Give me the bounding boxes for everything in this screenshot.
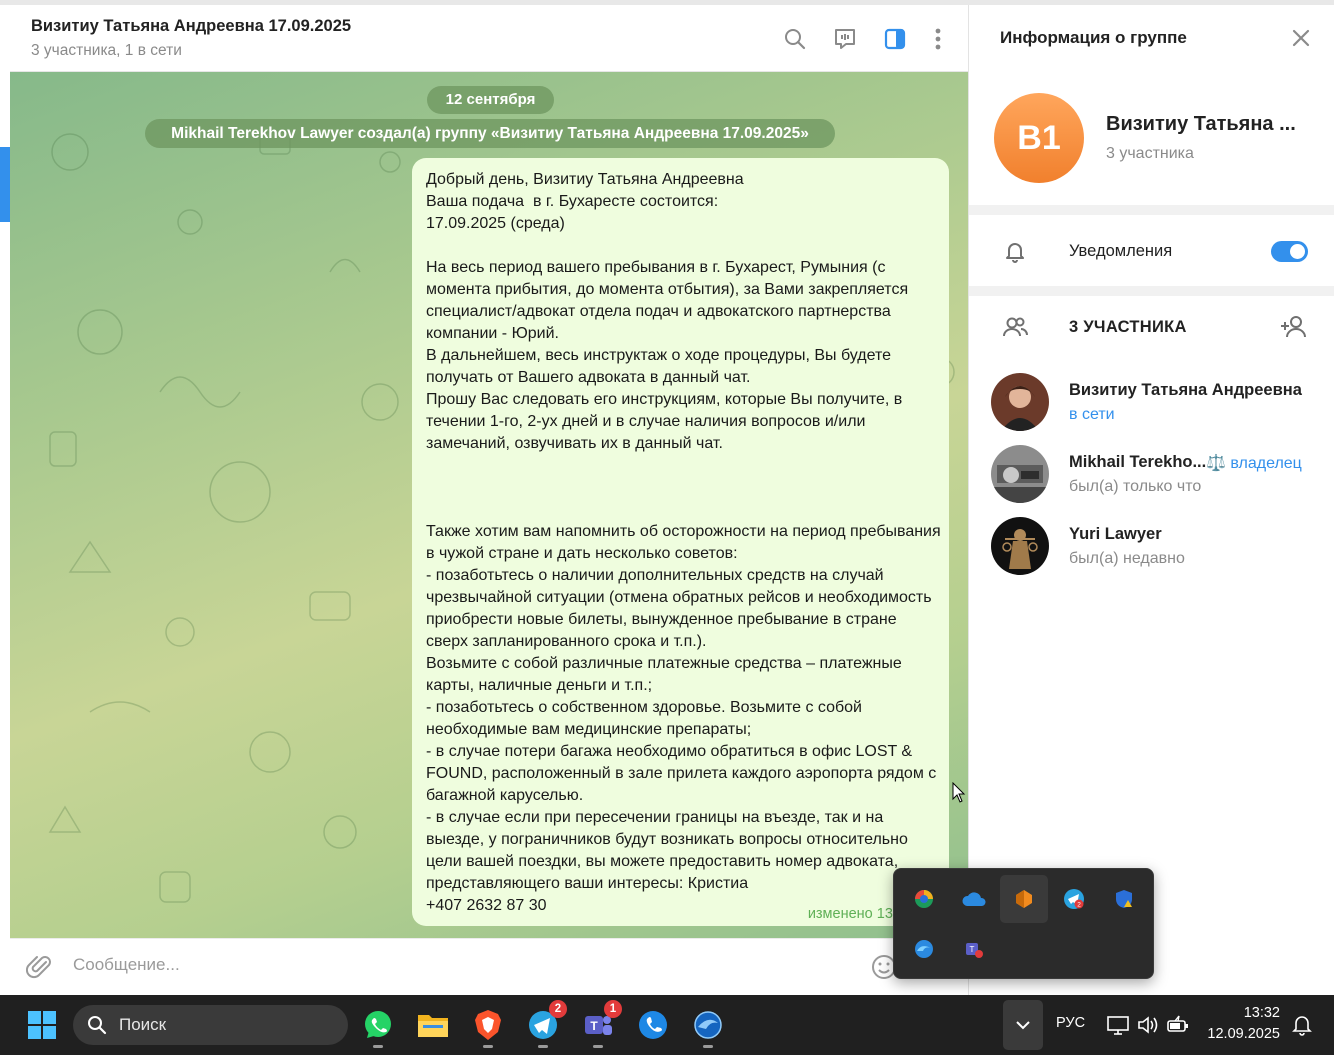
- member-status: в сети: [1069, 406, 1115, 423]
- notifications-label: Уведомления: [1069, 242, 1173, 260]
- group-info-panel: Информация о группе В1 Визитиу Татьяна .…: [968, 5, 1334, 995]
- notifications-toggle[interactable]: [1271, 241, 1308, 262]
- running-indicator: [538, 1045, 548, 1048]
- group-member-count: 3 участника: [1106, 145, 1194, 162]
- left-accent-bar: [0, 147, 10, 222]
- taskbar: Поиск 2 T 1 РУС 13:32 12.09.2025: [0, 995, 1334, 1055]
- video-chat-icon[interactable]: [829, 23, 861, 55]
- teams-taskbar-icon[interactable]: T 1: [578, 1000, 622, 1048]
- telegram-badge: 2: [549, 1000, 567, 1018]
- app-globe-icon[interactable]: [688, 1005, 728, 1048]
- member-row[interactable]: Yuri Lawyer был(а) недавно: [969, 517, 1334, 587]
- search-placeholder: Поиск: [119, 1015, 167, 1034]
- compose-bar: [10, 938, 968, 995]
- tray-app-orange-icon[interactable]: [1000, 875, 1048, 923]
- tray-edge-blue-icon[interactable]: [900, 925, 948, 973]
- attach-icon[interactable]: [25, 953, 54, 981]
- message-bubble[interactable]: Добрый день, Визитиу Татьяна Андреевна В…: [412, 158, 949, 926]
- mouse-cursor: [952, 781, 966, 804]
- bell-icon: [1001, 237, 1029, 265]
- message-edited-time: изменено 13:1: [807, 906, 905, 922]
- svg-text:T: T: [970, 945, 975, 954]
- group-info-title: Информация о группе: [1000, 28, 1187, 47]
- sidebar-toggle-icon[interactable]: [879, 23, 911, 55]
- search-icon: [88, 1016, 107, 1035]
- member-name: Визитиу Татьяна Андреевна: [1069, 381, 1302, 399]
- chat-title[interactable]: Визитиу Татьяна Андреевна 17.09.2025: [31, 17, 351, 36]
- section-divider: [969, 286, 1334, 296]
- battery-icon[interactable]: [1166, 1013, 1190, 1037]
- telegram-taskbar-icon[interactable]: 2: [523, 1000, 567, 1048]
- add-member-icon[interactable]: [1279, 313, 1307, 341]
- member-avatar: [991, 517, 1049, 575]
- running-indicator: [373, 1045, 383, 1048]
- svg-text:T: T: [590, 1019, 598, 1033]
- teams-badge: 1: [604, 1000, 622, 1018]
- network-icon[interactable]: [1106, 1013, 1130, 1037]
- member-row[interactable]: Mikhail Terekho... ⚖️ владелец был(а) то…: [969, 445, 1334, 515]
- phone-app-icon[interactable]: [633, 1005, 673, 1045]
- volume-icon[interactable]: [1136, 1013, 1160, 1037]
- member-name: Mikhail Terekho...: [1069, 453, 1207, 471]
- clock-time[interactable]: 13:32: [1200, 1005, 1280, 1021]
- message-input[interactable]: [73, 955, 853, 975]
- message-text: Добрый день, Визитиу Татьяна Андреевна В…: [426, 171, 941, 914]
- service-message: Mikhail Terekhov Lawyer создал(а) группу…: [145, 119, 835, 148]
- group-avatar[interactable]: В1: [994, 93, 1084, 183]
- section-divider: [969, 205, 1334, 215]
- owner-badge: ⚖️ владелец: [1206, 455, 1302, 472]
- chat-header[interactable]: Визитиу Татьяна Андреевна 17.09.2025 3 у…: [10, 5, 968, 72]
- members-icon: [1001, 313, 1029, 341]
- start-button[interactable]: [22, 1005, 62, 1045]
- member-avatar: [991, 373, 1049, 431]
- notification-center-icon[interactable]: [1290, 1013, 1314, 1037]
- tray-defender-icon[interactable]: [1100, 875, 1148, 923]
- member-status: был(а) только что: [1069, 478, 1202, 495]
- member-status: был(а) недавно: [1069, 550, 1185, 567]
- member-name: Yuri Lawyer: [1069, 525, 1162, 543]
- whatsapp-icon[interactable]: [358, 1005, 398, 1048]
- tray-onedrive-icon[interactable]: [950, 875, 998, 923]
- member-avatar: [991, 445, 1049, 503]
- running-indicator: [593, 1045, 603, 1048]
- running-indicator: [483, 1045, 493, 1048]
- running-indicator: [703, 1045, 713, 1048]
- more-menu-icon[interactable]: [922, 23, 954, 55]
- language-indicator[interactable]: РУС: [1056, 1015, 1085, 1031]
- members-header: 3 УЧАСТНИКА: [1069, 318, 1187, 336]
- search-icon[interactable]: [779, 23, 811, 55]
- chat-subtitle: 3 участника, 1 в сети: [31, 42, 182, 59]
- clock-date[interactable]: 12.09.2025: [1200, 1026, 1280, 1042]
- member-row[interactable]: Визитиу Татьяна Андреевна в сети: [969, 373, 1334, 443]
- tray-overflow-chevron-icon[interactable]: [1003, 1000, 1043, 1050]
- brave-icon[interactable]: [468, 1005, 508, 1048]
- taskbar-search[interactable]: Поиск: [73, 1005, 348, 1045]
- tray-telegram-badge: 2: [1077, 902, 1081, 909]
- group-name: Визитиу Татьяна ...: [1106, 113, 1296, 135]
- file-explorer-icon[interactable]: [413, 1005, 453, 1045]
- close-icon[interactable]: [1287, 24, 1315, 52]
- toggle-knob: [1290, 244, 1305, 259]
- tray-overflow-popup: 2 T: [893, 868, 1154, 979]
- tray-edge-icon[interactable]: [900, 875, 948, 923]
- tray-telegram-icon[interactable]: 2: [1050, 875, 1098, 923]
- tray-teams-icon[interactable]: T: [950, 925, 998, 973]
- date-separator: 12 сентября: [427, 86, 554, 114]
